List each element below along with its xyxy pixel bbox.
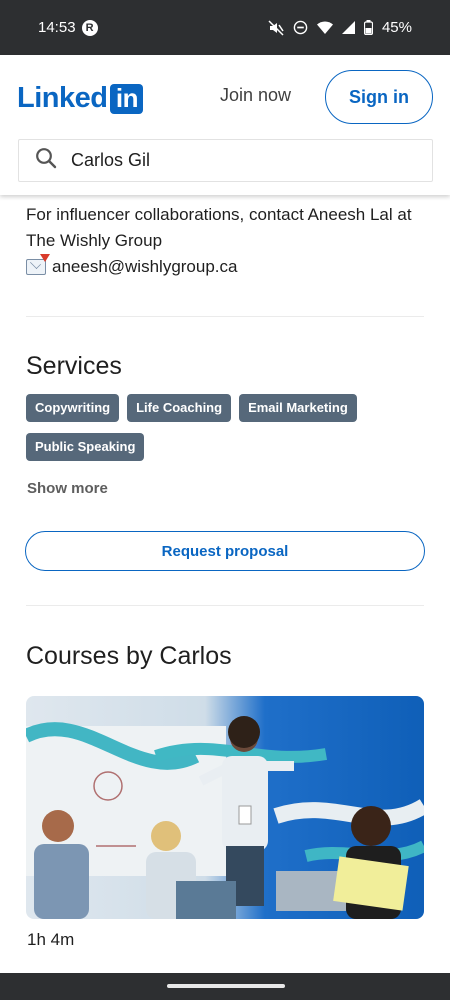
section-divider: [26, 605, 424, 606]
service-chip: Life Coaching: [127, 394, 232, 422]
course-thumbnail[interactable]: [26, 696, 424, 919]
courses-title: Courses by Carlos: [26, 642, 232, 670]
section-divider: [26, 316, 424, 317]
incoming-envelope-icon: [26, 254, 50, 275]
search-icon: [35, 147, 57, 174]
system-nav-bar: [0, 973, 450, 1000]
sign-in-button[interactable]: Sign in: [325, 70, 433, 124]
status-time: 14:53: [38, 19, 76, 36]
linkedin-logo[interactable]: Linked in: [17, 82, 144, 115]
battery-icon: [363, 20, 373, 35]
course-image: [26, 696, 424, 919]
signal-icon: [341, 21, 355, 34]
logo-badge: in: [110, 83, 144, 114]
service-chip: Public Speaking: [26, 433, 145, 461]
wifi-icon: [316, 21, 333, 35]
about-section: For influencer collaborations, contact A…: [26, 202, 421, 280]
mute-icon: [268, 19, 284, 36]
status-left: 14:53 R: [38, 19, 98, 36]
show-more-link[interactable]: Show more: [27, 480, 108, 497]
contact-email: aneesh@wishlygroup.ca: [52, 257, 238, 276]
join-now-link[interactable]: Join now: [220, 85, 291, 106]
search-input[interactable]: [69, 149, 393, 172]
app-notification-icon: R: [81, 19, 98, 36]
logo-wordmark: Linked: [17, 82, 108, 114]
email-line: aneesh@wishlygroup.ca: [26, 254, 421, 280]
request-proposal-button[interactable]: Request proposal: [25, 531, 425, 571]
battery-percent: 45%: [381, 19, 412, 36]
site-header: Linked in Join now Sign in: [0, 55, 450, 195]
status-right: 45%: [268, 19, 412, 36]
service-chip: Copywriting: [26, 394, 120, 422]
services-title: Services: [26, 352, 122, 380]
search-bar[interactable]: [18, 139, 433, 182]
do-not-disturb-icon: [293, 20, 308, 35]
about-text: For influencer collaborations, contact A…: [26, 205, 412, 250]
status-bar: 14:53 R 45%: [0, 0, 450, 55]
home-gesture-handle[interactable]: [167, 984, 285, 988]
service-chip: Email Marketing: [239, 394, 357, 422]
course-duration: 1h 4m: [27, 930, 75, 949]
services-chips: Copywriting Life Coaching Email Marketing P…: [26, 394, 426, 472]
